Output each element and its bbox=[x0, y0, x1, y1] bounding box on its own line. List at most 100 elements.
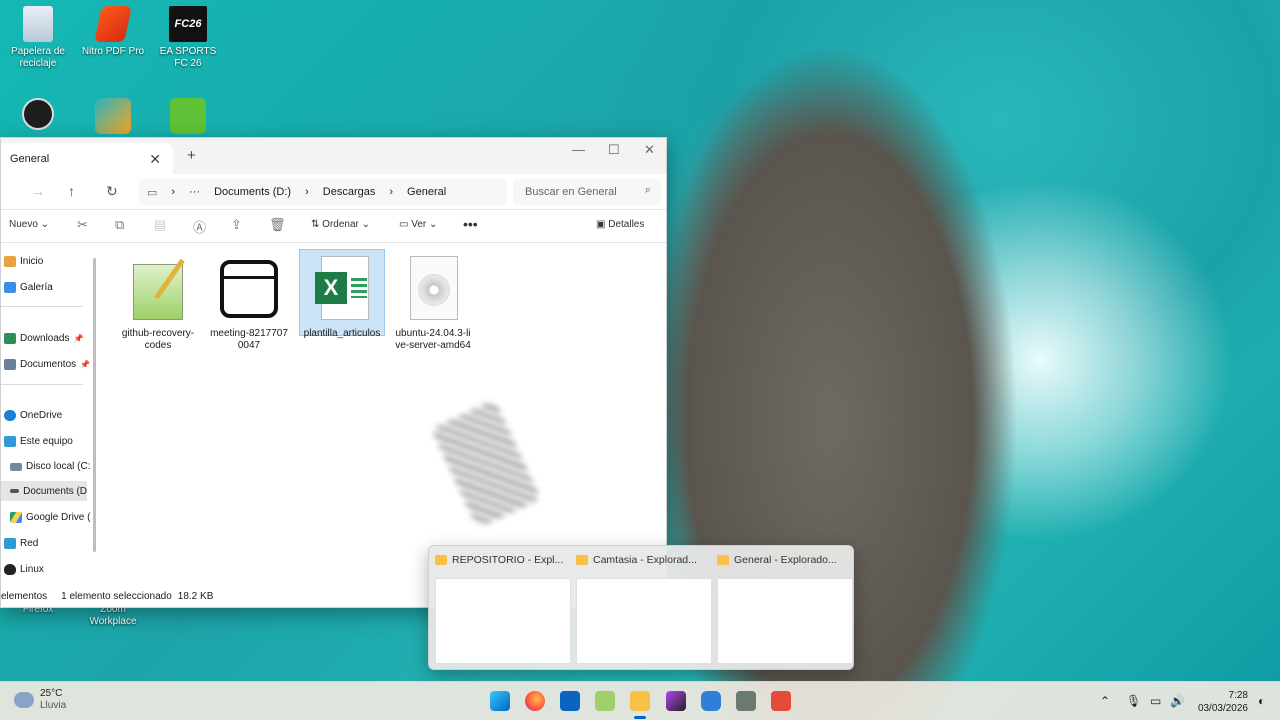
excel-icon: X bbox=[311, 256, 373, 324]
breadcrumb[interactable]: ▭ › ··· Documents (D:) › Descargas › Gen… bbox=[139, 179, 507, 205]
minimize-button[interactable]: — bbox=[572, 142, 585, 157]
new-button[interactable]: Nuevo ⌄ bbox=[9, 219, 49, 230]
share-icon[interactable]: ⇪ bbox=[231, 217, 242, 233]
sidebar-item-label: Documents (D bbox=[23, 485, 87, 497]
pin-icon: 📌 bbox=[73, 334, 84, 343]
file-item[interactable]: github-recovery- codes bbox=[115, 250, 201, 351]
linux-icon bbox=[4, 564, 16, 575]
details-label: Detalles bbox=[608, 219, 645, 230]
preview-title: Camtasia - Explorad... bbox=[593, 554, 697, 566]
desktop-icon-recycle-bin[interactable]: Papelera de reciclaje bbox=[3, 6, 73, 70]
file-explorer-window: General ✕ + — ☐ ✕ → ↑ ↻ ▭ › ··· Document… bbox=[0, 137, 667, 608]
chevron-right-icon: › bbox=[171, 186, 176, 198]
close-window-button[interactable]: ✕ bbox=[644, 142, 655, 158]
rain-cloud-icon bbox=[14, 692, 34, 708]
google-drive-icon bbox=[10, 512, 22, 523]
sidebar-item-inicio[interactable]: Inicio bbox=[4, 256, 43, 267]
firefox-icon[interactable] bbox=[525, 691, 545, 711]
desktop-icon-label: Nitro PDF Pro bbox=[81, 46, 145, 57]
network-icon[interactable]: ▭ bbox=[1150, 694, 1161, 708]
phpstorm-icon[interactable] bbox=[666, 691, 686, 711]
sidebar-item-galeria[interactable]: Galería bbox=[4, 282, 53, 293]
explorer-body: Inicio Galería Downloads 📌 Documentos 📌 On… bbox=[1, 244, 666, 585]
outlook-icon[interactable] bbox=[560, 691, 580, 711]
file-name: 0047 bbox=[237, 340, 261, 351]
rename-icon[interactable]: Ⓐ bbox=[193, 217, 206, 236]
more-options-icon[interactable]: ••• bbox=[463, 216, 478, 232]
weather-widget[interactable]: 25°C Lluvia bbox=[14, 688, 66, 712]
gallery-icon bbox=[4, 282, 16, 293]
desktop-icon-app[interactable] bbox=[78, 98, 148, 138]
divider bbox=[1, 384, 83, 385]
sidebar-item-onedrive[interactable]: OneDrive bbox=[4, 410, 62, 421]
file-item-selected[interactable]: X plantilla_articulos bbox=[299, 249, 385, 339]
sidebar-item-este-equipo[interactable]: Este equipo bbox=[4, 436, 73, 447]
sidebar-item-label: OneDrive bbox=[20, 410, 63, 421]
file-item[interactable]: ubuntu-24.04.3-li ve-server-amd64 bbox=[390, 250, 476, 351]
breadcrumb-item[interactable]: Documents (D:) bbox=[214, 186, 291, 198]
notification-icon[interactable]: ◐ bbox=[1258, 694, 1265, 708]
details-button[interactable]: ▣ Detalles bbox=[596, 219, 644, 230]
close-tab-icon[interactable]: ✕ bbox=[149, 151, 161, 168]
more-icon[interactable]: ··· bbox=[189, 186, 200, 198]
sidebar-item-label: Downloads bbox=[20, 333, 70, 344]
paste-icon[interactable]: ▤ bbox=[154, 217, 166, 233]
window-preview[interactable]: REPOSITORIO - Expl... bbox=[435, 554, 571, 666]
window-preview[interactable]: Camtasia - Explorad... bbox=[576, 554, 712, 666]
sidebar-item-disco-c[interactable]: Disco local (C: bbox=[10, 461, 90, 472]
cut-icon[interactable]: ✂ bbox=[77, 217, 88, 233]
new-tab-button[interactable]: + bbox=[187, 147, 196, 164]
sidebar-item-documents-d[interactable]: Documents (D bbox=[1, 481, 87, 501]
task-manager-icon[interactable] bbox=[736, 691, 756, 711]
chevron-up-icon[interactable]: ⌃ bbox=[1100, 694, 1110, 708]
up-arrow-icon[interactable]: ↑ bbox=[68, 183, 75, 199]
clock[interactable]: 7:28 03/03/2026 bbox=[1196, 689, 1248, 715]
file-item[interactable]: meeting-8217707 0047 bbox=[206, 250, 292, 351]
database-icon[interactable] bbox=[701, 691, 721, 711]
sidebar-item-red[interactable]: Red bbox=[4, 538, 38, 549]
pin-icon: 📌 bbox=[80, 360, 91, 369]
sort-button[interactable]: ⇅ Ordenar ⌄ bbox=[311, 219, 370, 230]
sidebar-item-downloads[interactable]: Downloads 📌 bbox=[4, 333, 83, 344]
command-bar: Nuevo ⌄ ✂ ⧉ ▤ Ⓐ ⇪ 🗑 ⇅ Ordenar ⌄ ▭ Ver ⌄ … bbox=[1, 210, 666, 243]
drag-cursor-blur bbox=[431, 399, 541, 529]
sidebar-item-documentos[interactable]: Documentos 📌 bbox=[4, 359, 90, 370]
forward-arrow-icon[interactable]: → bbox=[31, 183, 45, 199]
desktop-icon-nitro[interactable]: Nitro PDF Pro bbox=[78, 6, 148, 58]
tab-general[interactable]: General ✕ bbox=[1, 143, 173, 174]
microphone-icon[interactable]: 🎙 bbox=[1126, 694, 1141, 708]
desktop-icon-github[interactable] bbox=[3, 98, 73, 134]
maximize-button[interactable]: ☐ bbox=[608, 142, 620, 158]
disc-image-icon bbox=[402, 256, 464, 324]
file-explorer-icon[interactable] bbox=[630, 691, 650, 711]
camtasia-icon[interactable] bbox=[771, 691, 791, 711]
delete-icon[interactable]: 🗑 bbox=[269, 217, 286, 233]
breadcrumb-item[interactable]: Descargas bbox=[323, 186, 376, 198]
refresh-icon[interactable]: ↻ bbox=[106, 183, 118, 200]
desktop-icon-fc26[interactable]: FC26 EA SPORTS FC 26 bbox=[153, 6, 223, 70]
copy-icon[interactable]: ⧉ bbox=[115, 217, 124, 233]
window-preview[interactable]: General - Explorado... bbox=[717, 554, 853, 666]
search-input[interactable]: Buscar en General ⌕ bbox=[513, 179, 661, 205]
folder-icon bbox=[435, 555, 447, 565]
sidebar-scrollbar[interactable] bbox=[93, 258, 96, 552]
desktop-icon-label: EA SPORTS FC 26 bbox=[159, 46, 217, 69]
sidebar-item-linux[interactable]: Linux bbox=[4, 564, 44, 575]
app-icon bbox=[95, 98, 131, 134]
window-icon bbox=[218, 256, 280, 324]
sidebar-item-google-drive[interactable]: Google Drive ( bbox=[10, 512, 90, 523]
notepad-icon bbox=[127, 256, 189, 324]
start-icon[interactable] bbox=[490, 691, 510, 711]
file-name: meeting-8217707 bbox=[210, 328, 288, 339]
chevron-right-icon: › bbox=[305, 186, 309, 198]
breadcrumb-item[interactable]: General bbox=[407, 186, 446, 198]
view-button[interactable]: ▭ Ver ⌄ bbox=[399, 219, 437, 230]
download-icon bbox=[4, 333, 16, 344]
clock-date: 03/03/2026 bbox=[1197, 703, 1248, 714]
item-count: elementos bbox=[1, 590, 48, 602]
preview-thumbnail bbox=[717, 578, 853, 664]
recycle-bin-icon bbox=[23, 6, 53, 42]
volume-icon[interactable]: 🔊 bbox=[1170, 694, 1185, 708]
notepad-plus-icon[interactable] bbox=[595, 691, 615, 711]
desktop-icon-camtasia[interactable] bbox=[153, 98, 223, 138]
